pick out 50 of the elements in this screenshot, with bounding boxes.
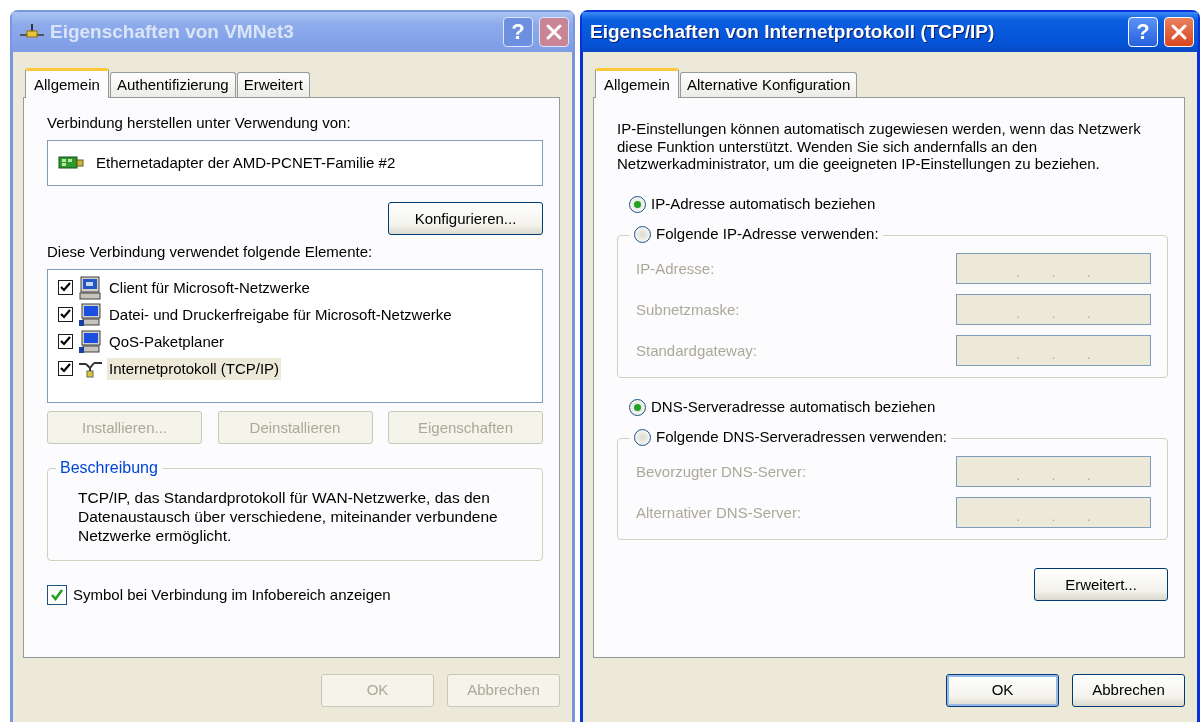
adapter-field: Ethernetadapter der AMD-PCNET-Familie #2 [47, 140, 543, 186]
checkbox[interactable] [58, 307, 73, 322]
list-item[interactable]: Client für Microsoft-Netzwerke [107, 276, 312, 299]
radio-option[interactable]: Folgende DNS-Serveradressen verwenden: [630, 428, 951, 447]
network-card-icon [58, 155, 84, 171]
close-button[interactable] [539, 17, 569, 47]
tab[interactable]: Alternative Konfiguration [679, 72, 858, 97]
tab[interactable]: Erweitert [236, 72, 310, 97]
group-title: Beschreibung [56, 458, 162, 478]
tab[interactable]: Allgemein [25, 68, 109, 98]
checkbox[interactable] [58, 334, 73, 349]
cable-icon [78, 359, 102, 378]
close-icon [1170, 23, 1188, 41]
computer-icon [78, 275, 102, 300]
field-label: Alternativer DNS-Server: [636, 503, 802, 522]
checkbox-option[interactable]: Symbol bei Verbindung im Infobereich anzeigen [47, 584, 543, 605]
help-button[interactable]: ? [1128, 17, 1158, 47]
close-icon [545, 23, 563, 41]
computer-icon [78, 329, 102, 354]
section-label: Diese Verbindung verwendet folgende Elemente: [47, 243, 374, 261]
description-text: TCP/IP, das Standardprotokoll für WAN-Netzwerke, das den Datenaustausch über verschiedene, miteinander verbundene Netzwerke ermöglicht. [77, 488, 499, 546]
radio-option[interactable]: IP-Adresse automatisch beziehen [629, 195, 1168, 214]
dialog-button[interactable]: Abbrechen [1072, 673, 1185, 707]
checkbox[interactable] [47, 584, 67, 605]
list-item[interactable]: Internetprotokoll (TCP/IP) [107, 357, 282, 380]
radio-button[interactable] [629, 195, 646, 213]
field-label: Verbindung herstellen unter Verwendung von: [47, 114, 352, 132]
window-title: Eigenschaften von Internetprotokoll (TCP/IP) [590, 20, 996, 44]
advanced-button[interactable]: Erweitert... [1034, 568, 1168, 602]
dialog-button[interactable]: OK [946, 673, 1059, 707]
field-label: Subnetzmaske: [636, 300, 740, 319]
checkbox[interactable] [58, 280, 73, 295]
field-label: Bevorzugter DNS-Server: [636, 462, 807, 481]
radio-button[interactable] [634, 428, 651, 446]
radio-option[interactable]: DNS-Serveradresse automatisch beziehen [629, 398, 1168, 417]
field-label: Standardgateway: [636, 341, 757, 360]
radio-button[interactable] [634, 225, 651, 243]
radio-option[interactable]: Folgende IP-Adresse verwenden: [630, 225, 883, 244]
intro-text: IP-Einstellungen können automatisch zugewiesen werden, wenn das Netzwerk diese Funktion unterstützt. Wenden Sie sich andernfalls an den Netzwerkadministrator, um die geeigneten IP-Einstellungen zu beziehen. [617, 120, 1142, 174]
configure-button[interactable]: Konfigurieren... [388, 202, 543, 235]
computer-icon [78, 302, 102, 327]
field-label: IP-Adresse: [636, 259, 715, 278]
checkbox[interactable] [58, 361, 73, 376]
tab[interactable]: Allgemein [595, 68, 679, 98]
radio-button[interactable] [629, 398, 646, 416]
list-item[interactable]: QoS-Paketplaner [107, 330, 227, 353]
window-title: Eigenschaften von VMNet3 [50, 20, 295, 44]
tab[interactable]: Authentifizierung [109, 72, 236, 97]
list-item[interactable]: Datei- und Druckerfreigabe für Microsoft-Netzwerke [107, 303, 454, 326]
network-icon [20, 24, 44, 40]
